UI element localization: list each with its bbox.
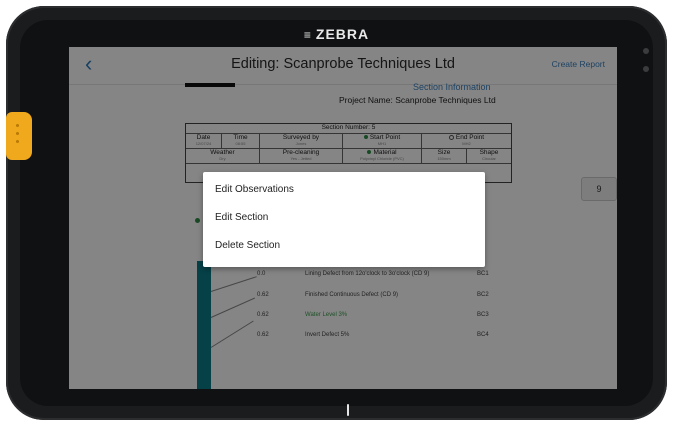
camera-icon (643, 48, 649, 54)
delete-section-menu-item[interactable]: Delete Section (215, 240, 280, 251)
edit-section-menu-item[interactable]: Edit Section (215, 212, 268, 223)
context-menu: Edit Observations Edit Section Delete Se… (203, 172, 485, 267)
grip-dot-icon (16, 132, 19, 135)
app-screen: ‹ Editing: Scanprobe Techniques Ltd Crea… (69, 47, 617, 389)
home-gesture-bar[interactable] (347, 404, 349, 416)
device-brand: ≡ ZEBRA (6, 26, 667, 42)
side-scan-button[interactable] (6, 112, 32, 160)
zebra-logo-icon: ≡ (303, 28, 312, 42)
edit-observations-menu-item[interactable]: Edit Observations (215, 184, 294, 195)
sensor-icon (643, 66, 649, 72)
brand-text: ZEBRA (315, 26, 370, 42)
grip-dot-icon (16, 140, 19, 143)
grip-dot-icon (16, 124, 19, 127)
